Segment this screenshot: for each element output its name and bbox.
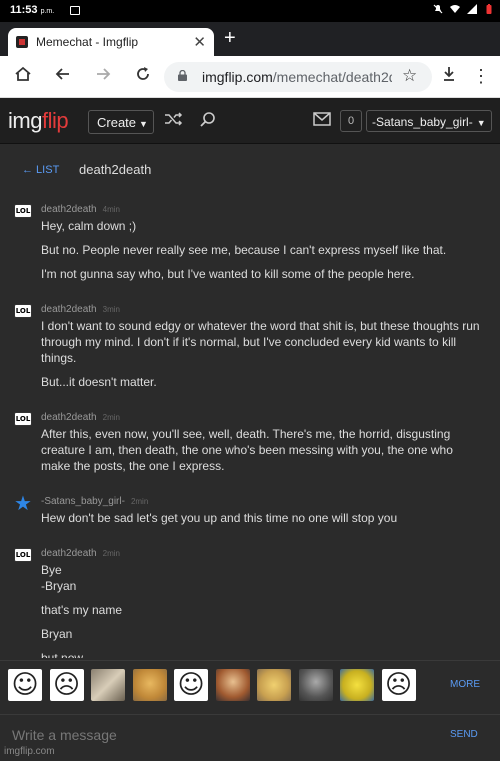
meme-thumbnail-buddy-christ[interactable] [215,669,250,701]
message-meta: death2death 4min [41,196,484,218]
meme-thumbnail-okay-face[interactable]: ☹ [381,669,416,701]
message-time: 2min [102,413,120,422]
message-time: 4min [102,205,120,214]
forward-icon[interactable] [92,65,114,87]
imgflip-logo[interactable]: imgflip [8,108,69,134]
close-tab-icon[interactable]: ✕ [193,33,206,51]
browser-toolbar: imgflip.com/memechat/death2de ☆ ⋮ [0,56,500,98]
user-menu-button[interactable]: -Satans_baby_girl- ▼ [366,110,492,132]
imgflip-favicon-icon [16,36,28,48]
lol-face-icon[interactable]: LOL [14,204,32,220]
message-list[interactable]: LOL death2death 4min Hey, calm down ;) But n… [0,196,500,658]
message-author[interactable]: -Satans_baby_girl- [41,496,125,507]
chat-message: LOL death2death 2min After this, even now, … [0,404,500,474]
chat-message: LOL death2death 4min Hey, calm down ;) But n… [0,196,500,282]
message-input[interactable]: Write a message [12,727,117,743]
shuffle-icon[interactable] [164,111,184,131]
status-bar: 11:53 p.m. [0,0,500,22]
chat-header: ← LIST death2death [0,144,500,194]
message-text: Bye -Bryan [41,563,77,593]
create-button[interactable]: Create ▼ [88,110,154,134]
chat-title: death2death [79,162,152,177]
status-time: 11:53 p.m. [10,4,55,16]
url-text: imgflip.com/memechat/death2de [202,69,392,85]
download-icon[interactable] [438,65,460,87]
send-button[interactable]: SEND [450,729,478,740]
meme-thumbnail-doge[interactable] [132,669,167,701]
message-text: But...it doesn't matter. [41,375,157,389]
bookmark-star-icon[interactable]: ☆ [402,66,417,86]
message-time: 2min [130,497,149,506]
lol-face-icon[interactable]: LOL [14,548,32,564]
message-text: that's my name [41,603,122,617]
menu-dots-icon[interactable]: ⋮ [470,65,492,87]
message-text: Hey, calm down ;) [41,219,137,233]
message-author[interactable]: death2death [41,548,97,559]
message-text: but now [41,651,84,658]
wifi-icon [450,5,460,13]
chat-message: LOL death2death 3min I don't want to sound … [0,296,500,390]
meme-thumbnail-grumpy-blob[interactable] [298,669,333,701]
message-text: I'm not gunna say who, but I've wanted t… [41,267,415,281]
back-to-list-link[interactable]: ← LIST [22,164,59,176]
reload-icon[interactable] [132,65,154,87]
lol-face-icon[interactable]: LOL [14,304,32,320]
back-icon[interactable] [52,65,74,87]
message-time: 2min [102,549,120,558]
meme-picker: MORE ☺ ☹ ☺ ☹ [0,660,500,708]
message-meta: death2death 2min [41,540,484,562]
notification-count[interactable]: 0 [340,110,362,132]
mail-icon[interactable] [312,111,332,131]
star-icon[interactable]: ★ [14,494,32,514]
browser-tab[interactable]: Memechat - Imgflip ✕ [8,28,214,56]
new-tab-button[interactable]: + [224,28,236,48]
address-bar[interactable]: imgflip.com/memechat/death2de ☆ [164,62,432,92]
site-footer-text: imgflip.com [4,746,55,757]
chat-message: ★ -Satans_baby_girl- 2min Hew don't be sad … [0,488,500,526]
browser-tab-strip: Memechat - Imgflip ✕ + [0,22,500,56]
home-icon[interactable] [12,65,34,87]
message-text: Hew don't be sad let's get you up and th… [41,511,398,525]
message-meta: death2death 3min [41,296,484,318]
meme-thumbnail-rage-face[interactable]: ☺ [174,669,208,701]
chevron-down-icon: ▼ [476,118,486,128]
message-time: 3min [102,305,120,314]
more-memes-button[interactable]: MORE [450,679,480,690]
battery-icon [486,4,492,14]
message-meta: death2death 2min [41,404,484,426]
meme-thumbnail-spongebob[interactable] [340,669,374,701]
chevron-down-icon: ▼ [139,119,148,129]
message-text: But no. People never really see me, beca… [41,243,447,257]
chat-message: LOL death2death 2min Bye -Bryan that's my na… [0,540,500,658]
lol-face-icon[interactable]: LOL [14,412,32,428]
message-meta: -Satans_baby_girl- 2min [41,488,484,510]
image-notification-icon [70,6,80,15]
mute-icon [433,4,443,14]
lock-icon [178,70,187,81]
message-author[interactable]: death2death [41,412,97,423]
meme-thumbnail-smiling-cat[interactable] [257,669,291,701]
message-text: I don't want to sound edgy or whatever t… [41,319,480,365]
message-author[interactable]: death2death [41,304,97,315]
search-icon[interactable] [198,111,218,131]
message-author[interactable]: death2death [41,204,97,215]
message-text: After this, even now, you'll see, well, … [41,427,453,473]
tab-title: Memechat - Imgflip [36,35,139,49]
message-composer: Write a message SEND [0,714,500,754]
meme-thumbnail-troll-face[interactable]: ☺ [8,669,42,701]
meme-thumbnail-grumpy-cat[interactable] [91,669,125,701]
meme-thumbnail-omg-face[interactable]: ☹ [49,669,84,701]
signal-icon [467,4,477,14]
message-text: Bryan [41,627,73,641]
site-header: imgflip Create ▼ 0 -Satans_baby_girl- ▼ [0,98,500,144]
